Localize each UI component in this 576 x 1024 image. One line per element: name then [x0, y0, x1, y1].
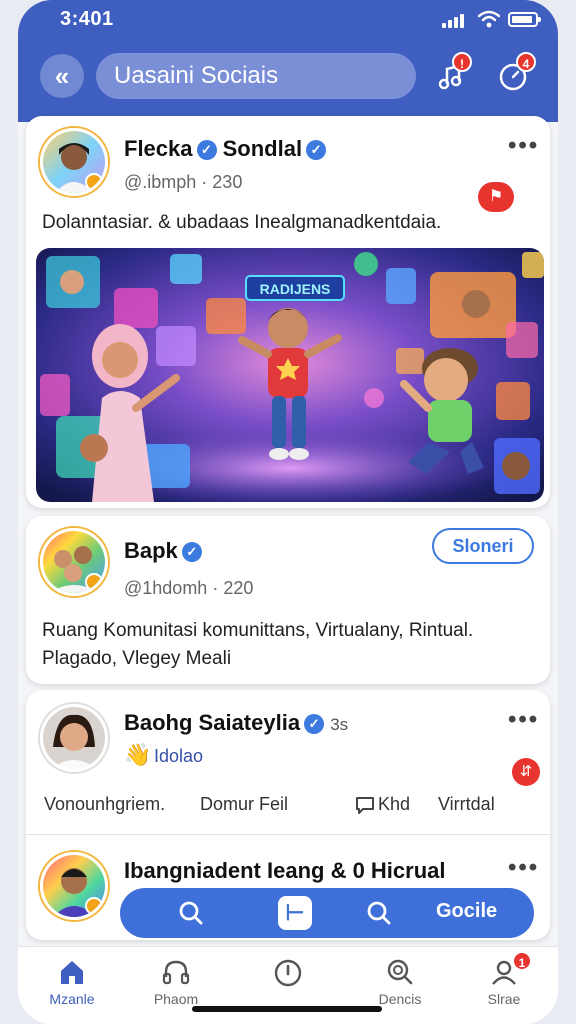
author-name-first: Flecka — [124, 136, 193, 161]
divider — [26, 834, 550, 835]
app-header: 3:401 « Uasaini Sociais ! 4 — [18, 0, 558, 122]
avatar[interactable] — [40, 704, 108, 772]
more-options-icon[interactable]: ••• — [508, 854, 539, 882]
search-text: Uasaini Sociais — [114, 62, 279, 89]
search-icon[interactable] — [176, 898, 206, 928]
post-text-line2: Plagado, Vlegey Meali — [42, 648, 232, 669]
post-time: 3s — [330, 715, 349, 734]
compose-button[interactable]: ⊢ — [278, 896, 312, 930]
status-time: 3:401 — [60, 8, 114, 30]
post-card[interactable]: Bapk ✓ @1hdomh · 220 Sloneri Ruang Komuni… — [26, 516, 550, 684]
more-options-icon[interactable]: ••• — [508, 706, 539, 734]
home-indicator — [192, 1006, 382, 1012]
author-name-text: Bapk — [124, 538, 178, 563]
wave-hand-icon: 👋 — [124, 742, 152, 767]
nav-label: Slrae — [487, 991, 521, 1007]
avatar[interactable] — [40, 128, 108, 196]
headphones-icon — [162, 960, 190, 985]
more-options-icon[interactable]: ••• — [508, 132, 539, 160]
author-name-text: Baohg Saiateylia — [124, 710, 301, 735]
nav-label: Dencis — [378, 991, 422, 1007]
profile-badge: 1 — [512, 951, 532, 971]
bottom-nav: Mzanle Phaom Dencis 1 Slrae — [18, 946, 558, 1024]
post-sublabel: Idolao — [154, 746, 204, 766]
nav-profile[interactable]: 1 Slrae — [464, 951, 544, 1021]
post-action-1[interactable]: Vonounhgriem. — [44, 794, 165, 815]
comment-icon[interactable] — [354, 794, 376, 816]
author-name[interactable]: Bapk ✓ — [124, 538, 202, 564]
post-text: Dolanntasiar. & ubadaas Inealgmanadkentd… — [42, 212, 442, 233]
nav-label: Mzanle — [49, 991, 95, 1007]
post-illustration: RADIJENS — [36, 248, 544, 502]
wifi-icon — [478, 10, 500, 28]
avatar-image — [43, 707, 105, 769]
post-action-4[interactable]: Virrtdal — [438, 794, 495, 815]
author-name[interactable]: Flecka ✓ Sondlal ✓ — [124, 136, 327, 162]
post-action-2[interactable]: Domur Feil — [200, 794, 288, 815]
verified-icon: ✓ — [181, 542, 202, 563]
post-image[interactable]: RADIJENS — [36, 248, 544, 502]
search-bar[interactable]: Uasaini Sociais — [96, 53, 416, 99]
alert-button[interactable]: ⇵ — [512, 758, 540, 786]
bookmark-button[interactable]: ⚑ — [478, 182, 514, 212]
author-name[interactable]: Ibangniadent Ieang & 0 Hicrual — [124, 858, 446, 884]
timer-badge: 4 — [516, 52, 536, 72]
home-icon — [61, 961, 83, 984]
nav-home[interactable]: Mzanle — [32, 957, 112, 1021]
verified-icon: ✓ — [306, 140, 327, 161]
online-badge — [85, 573, 103, 591]
music-badge: ! — [452, 52, 472, 72]
timer-button[interactable]: 4 — [498, 52, 536, 96]
search-icon — [387, 959, 413, 985]
post-text-line1: Ruang Komunitasi komunittans, Virtualany… — [42, 620, 474, 641]
clock-icon — [274, 959, 302, 987]
floating-bar-label[interactable]: Gocile — [436, 900, 497, 923]
back-button[interactable]: « — [40, 54, 84, 98]
music-button[interactable]: ! — [436, 52, 472, 96]
search-icon[interactable] — [364, 898, 394, 928]
signal-icon — [442, 12, 472, 28]
post-card[interactable]: Flecka ✓ Sondlal ✓ @.ibmph · 230 ••• ⚑ Dol… — [26, 116, 550, 508]
nav-label: Phaom — [153, 991, 199, 1007]
online-badge — [85, 173, 103, 191]
verified-icon: ✓ — [304, 714, 325, 735]
author-name-second: Sondlal — [222, 136, 303, 161]
online-badge — [85, 897, 103, 915]
author-handle: @.ibmph · 230 — [124, 172, 243, 192]
post-action-3[interactable]: Khd — [378, 794, 410, 815]
author-name[interactable]: Baohg Saiateylia ✓ 3s — [124, 710, 348, 736]
phone-screen: 3:401 « Uasaini Sociais ! 4 Flecka ✓ Son… — [18, 0, 558, 1024]
status-bar: 3:401 — [18, 8, 558, 30]
avatar[interactable] — [40, 852, 108, 920]
banner-text: RADIJENS — [260, 281, 331, 297]
follow-button[interactable]: Sloneri — [432, 528, 534, 564]
battery-icon — [508, 12, 541, 27]
avatar[interactable] — [40, 528, 108, 596]
author-handle: @1hdomh · 220 — [124, 578, 254, 598]
floating-action-bar: ⊢ Gocile — [120, 888, 534, 938]
verified-icon: ✓ — [196, 140, 217, 161]
